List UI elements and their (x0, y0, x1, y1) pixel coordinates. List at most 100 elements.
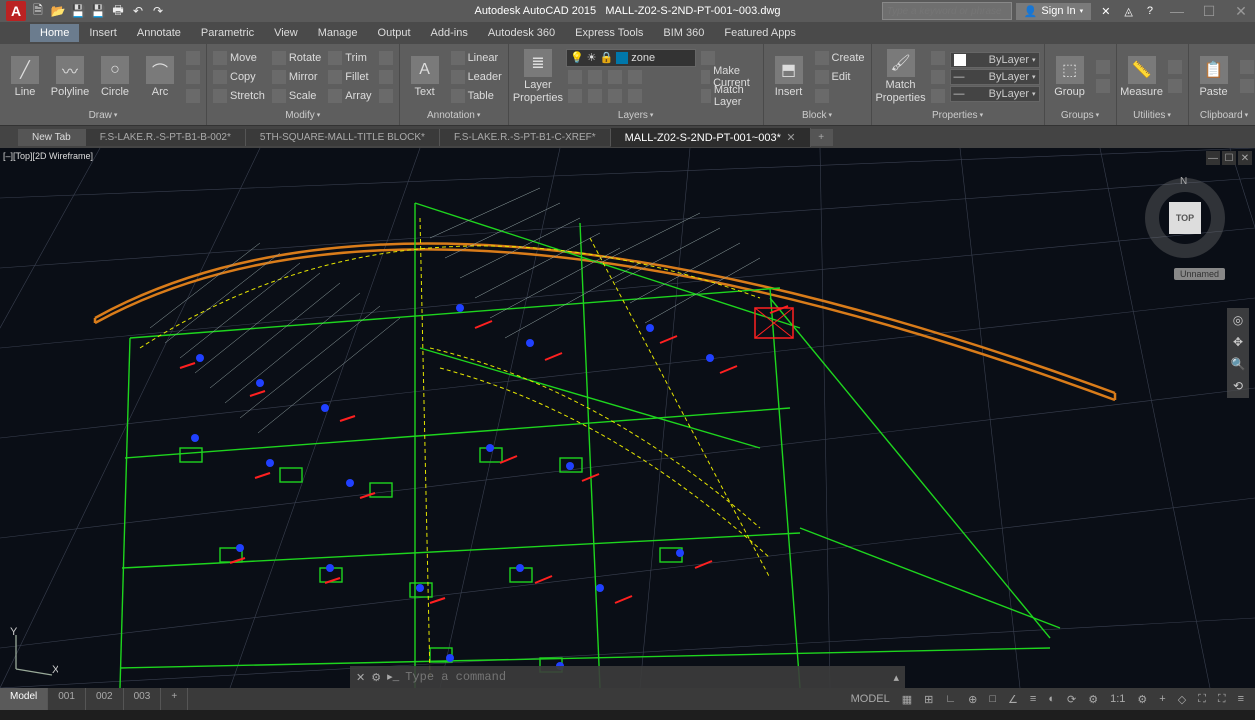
modify-ext1[interactable] (377, 49, 395, 67)
a360-icon[interactable]: ◬ (1120, 5, 1136, 18)
close-button[interactable]: ✕ (1227, 1, 1255, 21)
scale-button[interactable]: Scale (270, 87, 323, 105)
measure-button[interactable]: 📏Measure (1121, 47, 1163, 107)
model-button[interactable]: MODEL (848, 693, 893, 705)
panel-annotation-label[interactable]: Annotation (404, 107, 504, 123)
match-properties-button[interactable]: 🖌Match Properties (876, 47, 926, 107)
tab-addins[interactable]: Add-ins (421, 24, 478, 42)
prop-b3[interactable] (929, 87, 947, 105)
search-input[interactable] (882, 2, 1012, 20)
otrack-toggle-icon[interactable]: ∠ (1005, 693, 1021, 706)
open-icon[interactable]: 📂 (50, 3, 66, 19)
tab-view[interactable]: View (264, 24, 308, 42)
layer-tool5[interactable] (566, 87, 584, 105)
panel-clipboard-label[interactable]: Clipboard (1193, 107, 1255, 123)
tab-annotate[interactable]: Annotate (127, 24, 191, 42)
vp-max-icon[interactable]: ☐ (1222, 151, 1236, 165)
steering-wheel-icon[interactable]: ◎ (1230, 312, 1246, 328)
table-button[interactable]: Table (449, 87, 504, 105)
plot-icon[interactable]: 🖶 (110, 3, 126, 19)
tab-bim360[interactable]: BIM 360 (653, 24, 714, 42)
osnap-toggle-icon[interactable]: □ (986, 693, 999, 705)
redo-icon[interactable]: ↷ (150, 3, 166, 19)
panel-modify-label[interactable]: Modify (211, 107, 395, 123)
annoscale-toggle-icon[interactable]: ⚙ (1085, 693, 1101, 706)
customize-cmdline-icon[interactable]: ⚙ (371, 671, 381, 684)
file-tab-3[interactable]: F.S-LAKE.R.-S-PT-B1-C-XREF* (440, 129, 611, 146)
draw-extra3[interactable] (184, 87, 202, 105)
util-b2[interactable] (1166, 77, 1184, 95)
layout-tab-001[interactable]: 001 (48, 688, 86, 710)
panel-properties-label[interactable]: Properties (876, 107, 1040, 123)
transparency-toggle-icon[interactable]: ◐ (1045, 693, 1058, 705)
layer-tool3[interactable] (606, 68, 624, 86)
move-button[interactable]: Move (211, 49, 267, 67)
ortho-toggle-icon[interactable]: ∟ (942, 693, 959, 705)
panel-block-label[interactable]: Block (768, 107, 867, 123)
arc-button[interactable]: ⌒Arc (139, 47, 181, 107)
modify-ext3[interactable] (377, 87, 395, 105)
line-button[interactable]: ╱Line (4, 47, 46, 107)
cycling-toggle-icon[interactable]: ⟳ (1064, 693, 1079, 706)
exchange-icon[interactable]: ✕ (1095, 5, 1116, 18)
layer-tool4[interactable] (626, 68, 644, 86)
vp-min-icon[interactable]: — (1206, 151, 1220, 165)
pan-icon[interactable]: ✥ (1230, 334, 1246, 350)
layer-tool2[interactable] (586, 68, 604, 86)
orbit-icon[interactable]: ⟲ (1230, 378, 1246, 394)
annomonitor-icon[interactable]: + (1156, 693, 1168, 705)
panel-utilities-label[interactable]: Utilities (1121, 107, 1184, 123)
draw-extra2[interactable] (184, 68, 202, 86)
trim-button[interactable]: Trim (326, 49, 373, 67)
vp-close-icon[interactable]: ✕ (1238, 151, 1252, 165)
clip-b2[interactable] (1238, 77, 1255, 95)
match-layer-button[interactable]: Match Layer (699, 87, 759, 105)
layer-dropdown[interactable]: 💡 ☀ 🔒 zone (566, 49, 696, 67)
modify-ext2[interactable] (377, 68, 395, 86)
tab-manage[interactable]: Manage (308, 24, 368, 42)
layout-tab-003[interactable]: 003 (124, 688, 162, 710)
command-input[interactable] (405, 670, 887, 684)
layer-tool7[interactable] (606, 87, 624, 105)
linear-button[interactable]: Linear (449, 49, 504, 67)
help-icon[interactable]: ? (1141, 5, 1159, 17)
tab-featuredapps[interactable]: Featured Apps (714, 24, 806, 42)
cleanscreen-icon[interactable]: ⛶ (1215, 693, 1229, 706)
edit-block-button[interactable]: Edit (813, 68, 867, 86)
group-button[interactable]: ⬚Group (1049, 47, 1091, 107)
customize-status-icon[interactable]: ≡ (1235, 693, 1247, 705)
array-button[interactable]: Array (326, 87, 373, 105)
panel-layers-label[interactable]: Layers (513, 107, 759, 123)
file-tab-2[interactable]: 5TH-SQUARE-MALL-TITLE BLOCK* (246, 129, 440, 146)
add-layout-button[interactable]: + (161, 688, 188, 710)
isolate-icon[interactable]: ◇ (1175, 693, 1189, 706)
close-cmdline-icon[interactable]: ✕ (356, 671, 365, 684)
text-button[interactable]: AText (404, 47, 446, 107)
leader-button[interactable]: Leader (449, 68, 504, 86)
file-tab-new[interactable]: New Tab (18, 129, 86, 146)
layout-tab-002[interactable]: 002 (86, 688, 124, 710)
clip-b1[interactable] (1238, 58, 1255, 76)
save-icon[interactable]: 💾 (70, 3, 86, 19)
add-tab-button[interactable]: + (811, 129, 833, 146)
layer-tool6[interactable] (586, 87, 604, 105)
saveas-icon[interactable]: 💾 (90, 3, 106, 19)
hardware-accel-icon[interactable]: ⛶ (1195, 693, 1209, 706)
group-b1[interactable] (1094, 58, 1112, 76)
circle-button[interactable]: ○Circle (94, 47, 136, 107)
insert-block-button[interactable]: ⬒Insert (768, 47, 810, 107)
view-name-badge[interactable]: Unnamed (1174, 268, 1225, 280)
lineweight-toggle-icon[interactable]: ≡ (1027, 693, 1039, 705)
app-logo-icon[interactable]: A (6, 1, 26, 21)
grid-toggle-icon[interactable]: ▦ (899, 693, 915, 706)
signin-button[interactable]: 👤 Sign In▾ (1016, 3, 1091, 20)
rotate-button[interactable]: Rotate (270, 49, 323, 67)
cmdline-up-icon[interactable]: ▴ (893, 671, 899, 684)
mirror-button[interactable]: Mirror (270, 68, 323, 86)
tab-parametric[interactable]: Parametric (191, 24, 264, 42)
tab-home[interactable]: Home (30, 24, 79, 42)
stretch-button[interactable]: Stretch (211, 87, 267, 105)
create-block-button[interactable]: Create (813, 49, 867, 67)
polyline-button[interactable]: 〰Polyline (49, 47, 91, 107)
workspace-switch-icon[interactable]: ⚙ (1134, 693, 1150, 706)
